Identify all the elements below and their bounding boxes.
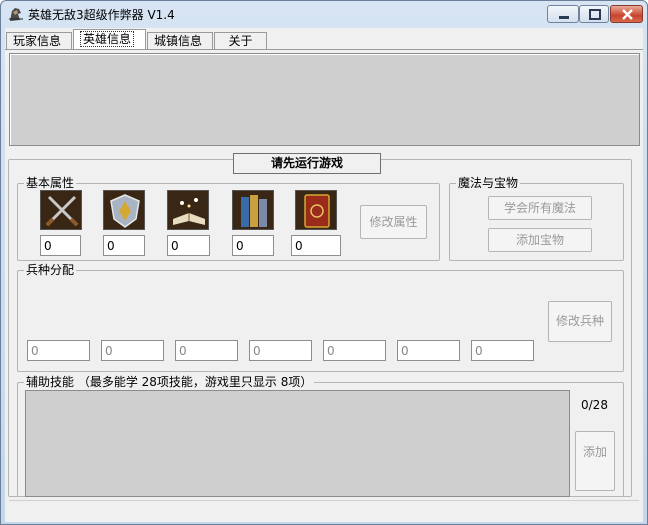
magic-treasure-label: 魔法与宝物 [456,176,521,190]
skill-list[interactable] [25,390,570,497]
troop-slot-3-input[interactable] [175,340,238,361]
client-area: 玩家信息 英雄信息 城镇信息 关于 请先运行游戏 基本属性 0 0 0 0 0 … [5,28,643,522]
maximize-button[interactable] [579,5,609,23]
tab-label: 英雄信息 [80,31,135,47]
minimize-icon [559,16,569,19]
modify-attributes-button[interactable]: 修改属性 [360,205,427,239]
troop-slot-1-input[interactable] [27,340,90,361]
app-window: 英雄无敌3超级作弊器 V1.4 玩家信息 英雄信息 城镇信息 关于 请先运行游戏… [0,0,648,525]
tab-label: 城镇信息 [154,34,203,48]
spellbook-icon [295,190,337,230]
mana-value-input[interactable] [291,235,341,256]
tab-strip: 玩家信息 英雄信息 城镇信息 关于 [5,28,643,50]
window-title: 英雄无敌3超级作弊器 V1.4 [28,8,175,22]
maximize-icon [589,9,601,20]
defense-shield-icon [103,190,145,230]
basic-attributes-label: 基本属性 [24,176,77,190]
spell-power-value-input[interactable] [167,235,210,256]
knight-app-icon [9,8,23,21]
troop-slot-7-input[interactable] [471,340,534,361]
learn-all-spells-button[interactable]: 学会所有魔法 [488,196,592,220]
secondary-skills-label: 辅助技能 （最多能学 28项技能，游戏里只显示 8项） [24,375,315,389]
knowledge-books-icon [232,190,274,230]
tab-label: 玩家信息 [13,34,62,48]
add-skill-button[interactable]: 添加 [575,431,615,491]
tab-label: 关于 [228,34,253,48]
minimize-button[interactable] [547,5,579,23]
hero-info-panel [9,53,640,146]
troop-allocation-label: 兵种分配 [24,263,77,277]
tab-divider [5,49,643,50]
tab-about[interactable]: 关于 [214,32,267,50]
modify-troops-button[interactable]: 修改兵种 [548,301,612,342]
close-icon [622,9,633,20]
troop-slot-5-input[interactable] [323,340,386,361]
spell-power-book-icon [167,190,209,230]
attack-swords-icon [40,190,82,230]
troop-slot-6-input[interactable] [397,340,460,361]
run-game-button[interactable]: 请先运行游戏 [233,153,381,174]
attack-value-input[interactable] [40,235,81,256]
status-bar [9,500,639,522]
defense-value-input[interactable] [103,235,145,256]
tab-town-info[interactable]: 城镇信息 [147,32,213,50]
skill-count: 0/28 [581,398,608,412]
troop-slot-2-input[interactable] [101,340,164,361]
add-treasure-button[interactable]: 添加宝物 [488,228,592,252]
troop-slot-4-input[interactable] [249,340,312,361]
tab-hero-info[interactable]: 英雄信息 [73,29,146,50]
tab-player-info[interactable]: 玩家信息 [6,32,72,50]
knowledge-value-input[interactable] [232,235,274,256]
close-button[interactable] [610,5,643,23]
title-bar[interactable]: 英雄无敌3超级作弊器 V1.4 [1,1,647,27]
